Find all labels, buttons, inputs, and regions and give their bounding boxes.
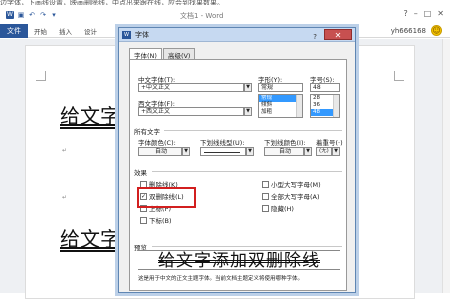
window-title: 文档1 - Word: [180, 12, 224, 20]
checkbox-box[interactable]: [140, 216, 147, 224]
tab-file[interactable]: 文件: [0, 23, 28, 38]
chevron-down-icon[interactable]: ▼: [304, 147, 312, 156]
quick-access-toolbar: W ▣ ↶ ↷ ▾: [6, 11, 58, 19]
checkbox-small-caps[interactable]: 小型大写字母(M): [262, 179, 321, 189]
tab-insert[interactable]: 插入: [53, 26, 78, 36]
window-controls: ? – □ ✕: [403, 9, 444, 18]
word-dialog-icon: W: [122, 31, 131, 39]
font-color-label: 字体颜色(C):: [138, 139, 176, 147]
checkbox-subscript[interactable]: 下标(B): [140, 215, 172, 225]
document-text-line-2: 给文字: [60, 227, 120, 251]
underline-type-label: 下划线线型(U):: [200, 139, 245, 147]
all-text-heading: 所有文字: [134, 128, 160, 136]
chevron-down-icon[interactable]: ▼: [244, 83, 252, 92]
checkbox-box[interactable]: [262, 204, 269, 212]
style-input[interactable]: 常规: [258, 83, 303, 92]
checkbox-box[interactable]: [262, 180, 269, 188]
chevron-down-icon[interactable]: ▼: [244, 107, 252, 116]
checkbox-label: 全部大写字母(A): [271, 193, 320, 201]
list-scrollbar[interactable]: [333, 95, 339, 117]
effects-heading: 效果: [134, 169, 147, 177]
style-list[interactable]: 常规 倾斜 加粗: [258, 94, 303, 118]
font-tab-panel: 中文字体(T): +中文正文 ▼ 西文字体(F): +西文正文 ▼ 字形(Y):…: [129, 59, 347, 291]
help-icon[interactable]: ?: [313, 30, 317, 44]
margin-corner-mark: [394, 71, 404, 81]
document-text-line-1: 给文字: [60, 104, 120, 128]
close-icon[interactable]: ✕: [437, 9, 444, 18]
checkbox-box[interactable]: [262, 192, 269, 200]
tab-design[interactable]: 设计: [78, 26, 103, 36]
paragraph-mark: ↵: [62, 194, 68, 201]
title-bar: W ▣ ↶ ↷ ▾ 文档1 - Word ? – □ ✕: [0, 6, 450, 24]
redo-icon[interactable]: ↷: [39, 11, 47, 19]
emphasis-select[interactable]: (无): [316, 147, 332, 156]
west-font-select[interactable]: +西文正文: [138, 107, 244, 116]
preview-note: 这是用于中文的正文主题字体。当前文档主题定义将使用哪种字体。: [138, 276, 304, 282]
dialog-title-bar: W 字体 ? ✕: [119, 28, 355, 42]
underline-sample: [204, 152, 240, 153]
paragraph-mark: ↵: [62, 147, 68, 154]
checkbox-label: 小型大写字母(M): [271, 181, 321, 189]
feedback-smiley-icon[interactable]: ☺: [431, 25, 442, 36]
divider: [164, 130, 342, 131]
underline-color-select[interactable]: 自动: [264, 147, 304, 156]
highlight-annotation-box: [137, 187, 196, 208]
size-input[interactable]: 48: [310, 83, 340, 92]
emphasis-label: 着重号(·): [316, 139, 343, 147]
customize-toolbar-icon[interactable]: ▾: [50, 11, 58, 19]
save-icon[interactable]: ▣: [17, 11, 25, 19]
undo-icon[interactable]: ↶: [28, 11, 36, 19]
word-window: 边字体，下画线设置，映画删除线，中点出来跟在线，应会到找果数果。 W ▣ ↶ ↷…: [0, 0, 450, 299]
size-list[interactable]: 28 36 48: [310, 94, 340, 118]
font-dialog: W 字体 ? ✕ 字体(N) 高级(V) 中文字体(T): +中文正文 ▼ 西文…: [118, 27, 356, 293]
underline-type-select[interactable]: [200, 147, 246, 156]
maximize-icon[interactable]: □: [424, 9, 432, 18]
preview-text: 给文字添加双删除线: [158, 251, 320, 270]
font-preview: 给文字添加双删除线: [138, 250, 340, 270]
chevron-down-icon[interactable]: ▼: [332, 147, 340, 156]
cn-font-select[interactable]: +中文正文: [138, 83, 244, 92]
margin-corner-mark: [36, 71, 46, 81]
word-logo-icon: W: [6, 11, 14, 19]
tab-home[interactable]: 开始: [28, 26, 53, 36]
divider: [152, 246, 342, 247]
close-button[interactable]: ✕: [324, 29, 352, 40]
cropped-top-text: 边字体，下画线设置，映画删除线，中点出来跟在线，应会到找果数果。: [0, 0, 450, 5]
checkbox-all-caps[interactable]: 全部大写字母(A): [262, 191, 320, 201]
chevron-down-icon[interactable]: ▼: [182, 147, 190, 156]
checkbox-hidden[interactable]: 隐藏(H): [262, 203, 294, 213]
minimize-icon[interactable]: –: [414, 9, 418, 18]
divider: [152, 171, 342, 172]
dialog-title: 字体: [135, 31, 149, 39]
list-scrollbar[interactable]: [296, 95, 302, 117]
user-account[interactable]: yh666168: [391, 27, 426, 35]
underline-color-label: 下划线颜色(I):: [264, 139, 306, 147]
help-icon[interactable]: ?: [403, 9, 407, 18]
checkbox-label: 下标(B): [149, 217, 172, 225]
checkbox-label: 隐藏(H): [271, 205, 294, 213]
font-color-select[interactable]: 自动: [138, 147, 182, 156]
chevron-down-icon[interactable]: ▼: [246, 147, 254, 156]
vertical-scrollbar[interactable]: [442, 39, 450, 293]
